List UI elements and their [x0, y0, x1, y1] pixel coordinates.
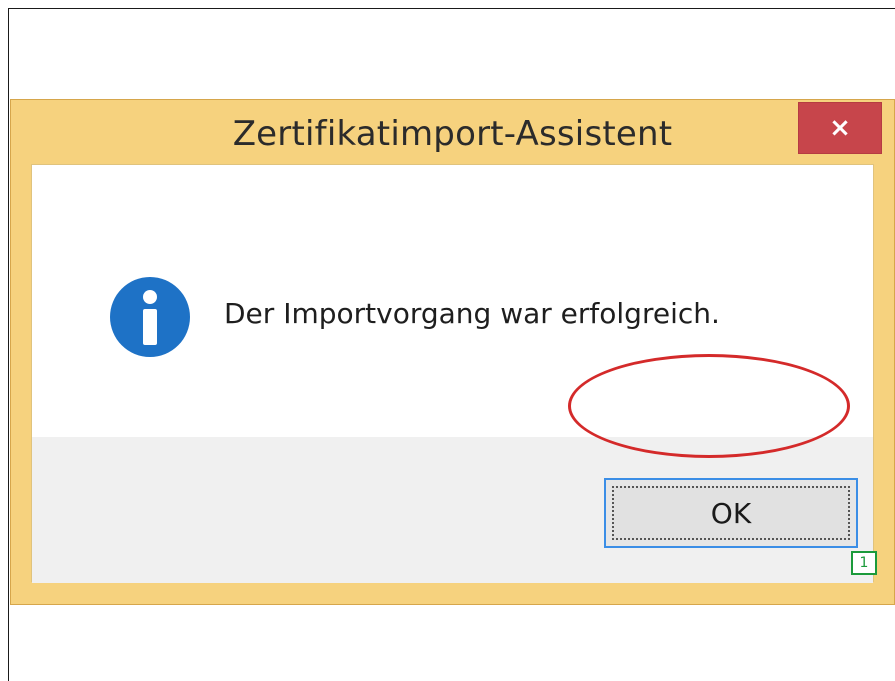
message-area: Der Importvorgang war erfolgreich. — [32, 165, 873, 437]
close-icon: × — [829, 113, 851, 143]
marker-badge: 1 — [851, 551, 877, 575]
status-message: Der Importvorgang war erfolgreich. — [224, 297, 720, 330]
ok-button-label: OK — [710, 496, 752, 530]
info-icon — [110, 277, 190, 357]
dialog-window: Zertifikatimport-Assistent × Der Importv… — [10, 99, 895, 605]
dialog-title: Zertifikatimport-Assistent — [232, 114, 673, 154]
ok-button[interactable]: OK — [612, 486, 850, 540]
button-bar: OK — [32, 437, 873, 583]
close-button[interactable]: × — [798, 102, 882, 154]
title-bar: Zertifikatimport-Assistent × — [11, 100, 894, 164]
ok-button-focus-frame: OK — [604, 478, 858, 548]
dialog-body: Der Importvorgang war erfolgreich. OK — [31, 164, 874, 583]
